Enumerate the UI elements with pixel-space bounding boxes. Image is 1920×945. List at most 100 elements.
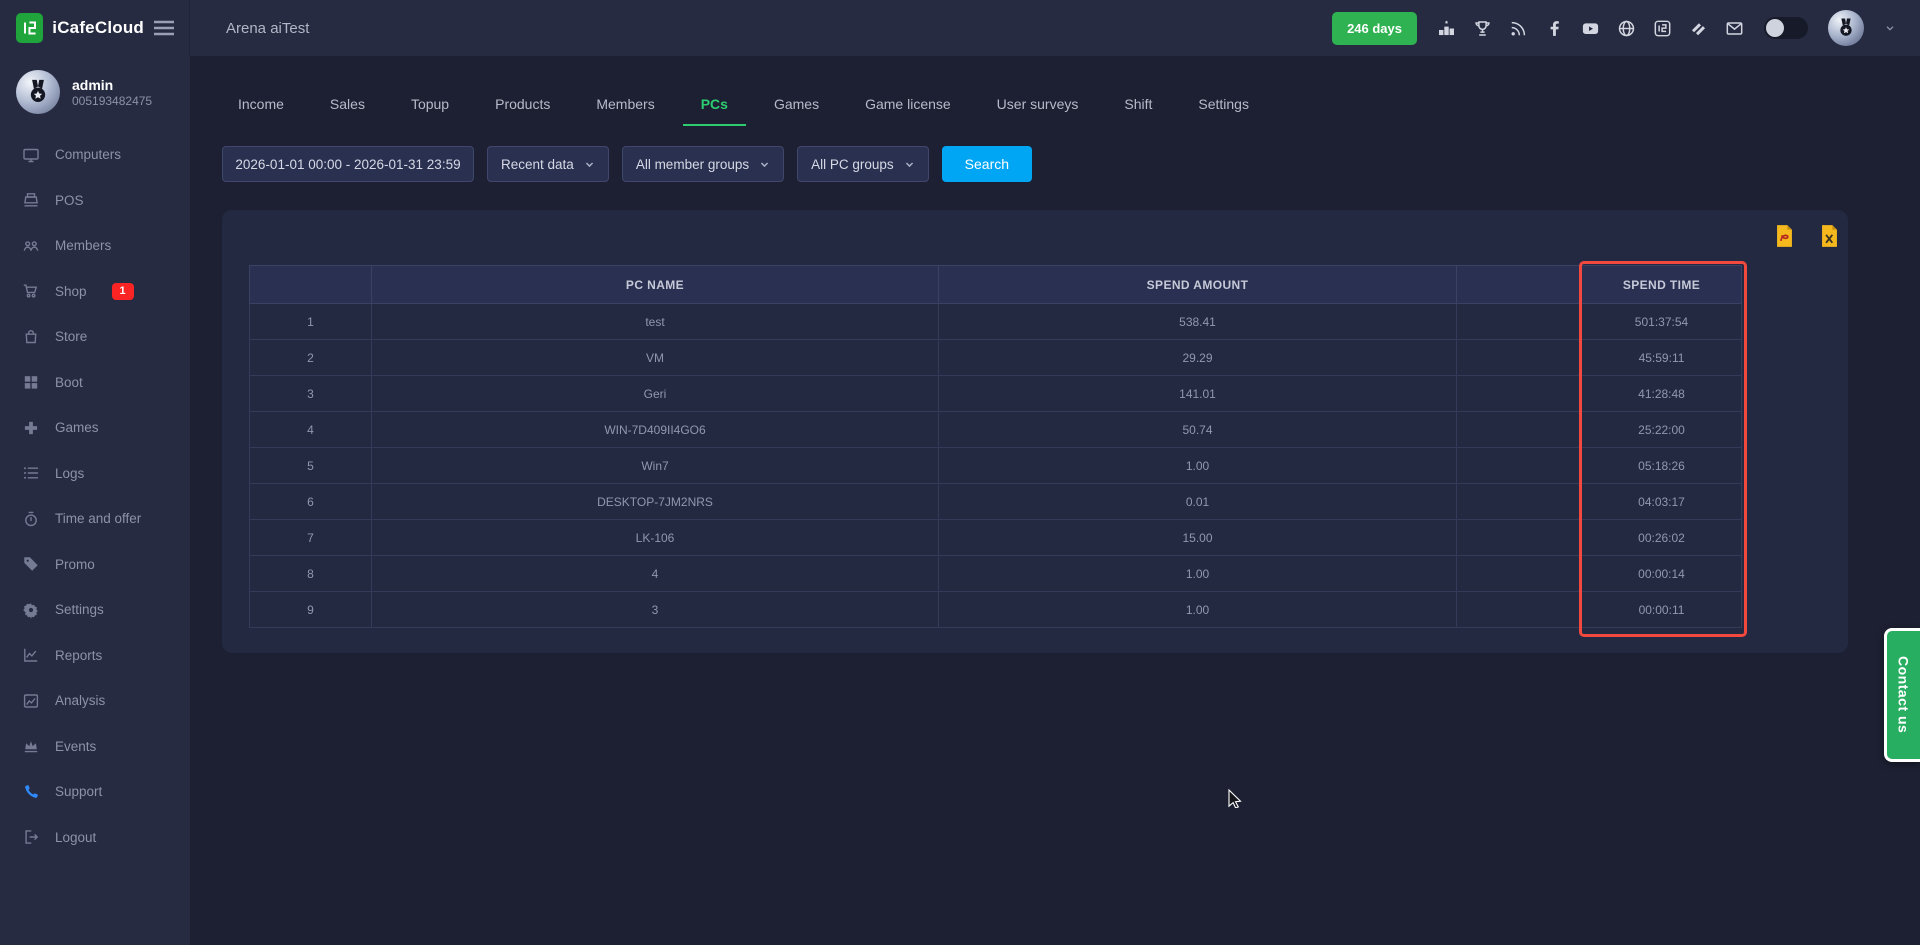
tab-pcs[interactable]: PCs <box>683 86 746 126</box>
cell-pc_name: test <box>372 304 939 340</box>
date-range-input[interactable]: 2026-01-01 00:00 - 2026-01-31 23:59 <box>222 146 474 182</box>
monitor-icon <box>22 146 40 164</box>
sidebar-item-support[interactable]: Support <box>0 769 190 815</box>
cell-pc_name: 3 <box>372 592 939 628</box>
sidebar-item-settings[interactable]: Settings <box>0 587 190 633</box>
cell-spacer <box>1457 484 1582 520</box>
report-panel: PC NAMESPEND AMOUNTSPEND TIME 1test538.4… <box>222 210 1848 653</box>
cart-icon <box>22 282 40 300</box>
logout-icon <box>22 828 40 846</box>
member-group-select[interactable]: All member groups <box>622 146 784 182</box>
tab-products[interactable]: Products <box>477 86 568 126</box>
sidebar-item-logout[interactable]: Logout <box>0 815 190 861</box>
sidebar-item-store[interactable]: Store <box>0 314 190 360</box>
sidebar-item-label: Analysis <box>55 693 105 708</box>
sidebar-item-time-and-offer[interactable]: Time and offer <box>0 496 190 542</box>
cell-index: 9 <box>250 592 372 628</box>
cell-spend_time: 25:22:00 <box>1582 412 1742 448</box>
column-header-spacer <box>1457 266 1582 304</box>
export-buttons <box>1774 224 1840 248</box>
pc-group-select[interactable]: All PC groups <box>797 146 929 182</box>
search-button[interactable]: Search <box>942 146 1032 182</box>
table-row: 1test538.41501:37:54 <box>250 304 1742 340</box>
cell-spend_time: 00:00:14 <box>1582 556 1742 592</box>
contact-us-button[interactable]: Contact us <box>1884 628 1920 762</box>
sidebar-item-shop[interactable]: Shop1 <box>0 269 190 315</box>
sidebar-item-analysis[interactable]: Analysis <box>0 678 190 724</box>
cell-index: 7 <box>250 520 372 556</box>
avatar[interactable] <box>1828 10 1864 46</box>
cell-pc_name: WIN-7D409II4GO6 <box>372 412 939 448</box>
gear-icon <box>22 601 40 619</box>
tab-games[interactable]: Games <box>756 86 837 126</box>
chevron-down-icon <box>904 159 915 170</box>
chevron-down-icon <box>759 159 770 170</box>
tab-members[interactable]: Members <box>578 86 672 126</box>
tab-sales[interactable]: Sales <box>312 86 383 126</box>
data-select[interactable]: Recent data <box>487 146 609 182</box>
sidebar-item-promo[interactable]: Promo <box>0 542 190 588</box>
cell-spacer <box>1457 556 1582 592</box>
export-pdf-icon[interactable] <box>1774 224 1795 248</box>
tab-shift[interactable]: Shift <box>1106 86 1170 126</box>
cell-spacer <box>1457 520 1582 556</box>
cell-index: 1 <box>250 304 372 340</box>
sidebar-item-label: Settings <box>55 602 104 617</box>
sidebar-item-logs[interactable]: Logs <box>0 451 190 497</box>
ranking-icon[interactable] <box>1437 19 1456 38</box>
table-row: 5Win71.0005:18:26 <box>250 448 1742 484</box>
tab-topup[interactable]: Topup <box>393 86 467 126</box>
bag-icon <box>22 328 40 346</box>
youtube-icon[interactable] <box>1581 19 1600 38</box>
cell-index: 3 <box>250 376 372 412</box>
tab-income[interactable]: Income <box>220 86 302 126</box>
sidebar-item-boot[interactable]: Boot <box>0 360 190 406</box>
cell-spend_time: 00:26:02 <box>1582 520 1742 556</box>
tab-user-surveys[interactable]: User surveys <box>979 86 1097 126</box>
stripes-icon[interactable] <box>1689 19 1708 38</box>
sidebar-item-events[interactable]: Events <box>0 724 190 770</box>
column-header-spend_time: SPEND TIME <box>1582 266 1742 304</box>
globe-icon[interactable] <box>1617 19 1636 38</box>
cell-pc_name: Geri <box>372 376 939 412</box>
chevron-down-icon <box>584 159 595 170</box>
table-header-row: PC NAMESPEND AMOUNTSPEND TIME <box>250 266 1742 304</box>
areachart-icon <box>22 692 40 710</box>
sidebar-item-members[interactable]: Members <box>0 223 190 269</box>
sidebar-item-pos[interactable]: POS <box>0 178 190 224</box>
pos-icon <box>22 191 40 209</box>
user-profile[interactable]: admin 005193482475 <box>0 56 190 126</box>
cell-pc_name: VM <box>372 340 939 376</box>
sidebar-item-games[interactable]: Games <box>0 405 190 451</box>
brand-area: iCafeCloud <box>0 0 190 56</box>
gamepad-icon <box>22 419 40 437</box>
icafecloud-mark-icon[interactable] <box>1653 19 1672 38</box>
filter-bar: 2026-01-01 00:00 - 2026-01-31 23:59 Rece… <box>222 146 1032 182</box>
sidebar-item-label: Games <box>55 420 99 435</box>
subscription-days-badge[interactable]: 246 days <box>1332 12 1417 45</box>
report-tabs: IncomeSalesTopupProductsMembers PCsGamesG… <box>220 86 1267 126</box>
sidebar-item-computers[interactable]: Computers <box>0 132 190 178</box>
cell-spend_amount: 15.00 <box>939 520 1457 556</box>
sidebar-item-reports[interactable]: Reports <box>0 633 190 679</box>
rss-icon[interactable] <box>1509 19 1528 38</box>
theme-toggle[interactable] <box>1764 17 1808 39</box>
export-excel-icon[interactable] <box>1819 224 1840 248</box>
topbar-right: 246 days <box>1332 10 1920 46</box>
tab-game-license[interactable]: Game license <box>847 86 969 126</box>
hamburger-menu-icon[interactable] <box>153 20 175 36</box>
facebook-icon[interactable] <box>1545 19 1564 38</box>
table-row: 4WIN-7D409II4GO650.7425:22:00 <box>250 412 1742 448</box>
cell-spacer <box>1457 340 1582 376</box>
table-row: 3Geri141.0141:28:48 <box>250 376 1742 412</box>
icafecloud-logo-icon <box>16 13 43 43</box>
cell-spend_amount: 1.00 <box>939 448 1457 484</box>
cell-spacer <box>1457 448 1582 484</box>
members-icon <box>22 237 40 255</box>
notification-badge: 1 <box>112 283 134 300</box>
mail-icon[interactable] <box>1725 19 1744 38</box>
chevron-down-icon[interactable] <box>1884 22 1896 34</box>
medal-icon <box>1835 17 1857 39</box>
tab-settings[interactable]: Settings <box>1180 86 1267 126</box>
trophy-icon[interactable] <box>1473 19 1492 38</box>
